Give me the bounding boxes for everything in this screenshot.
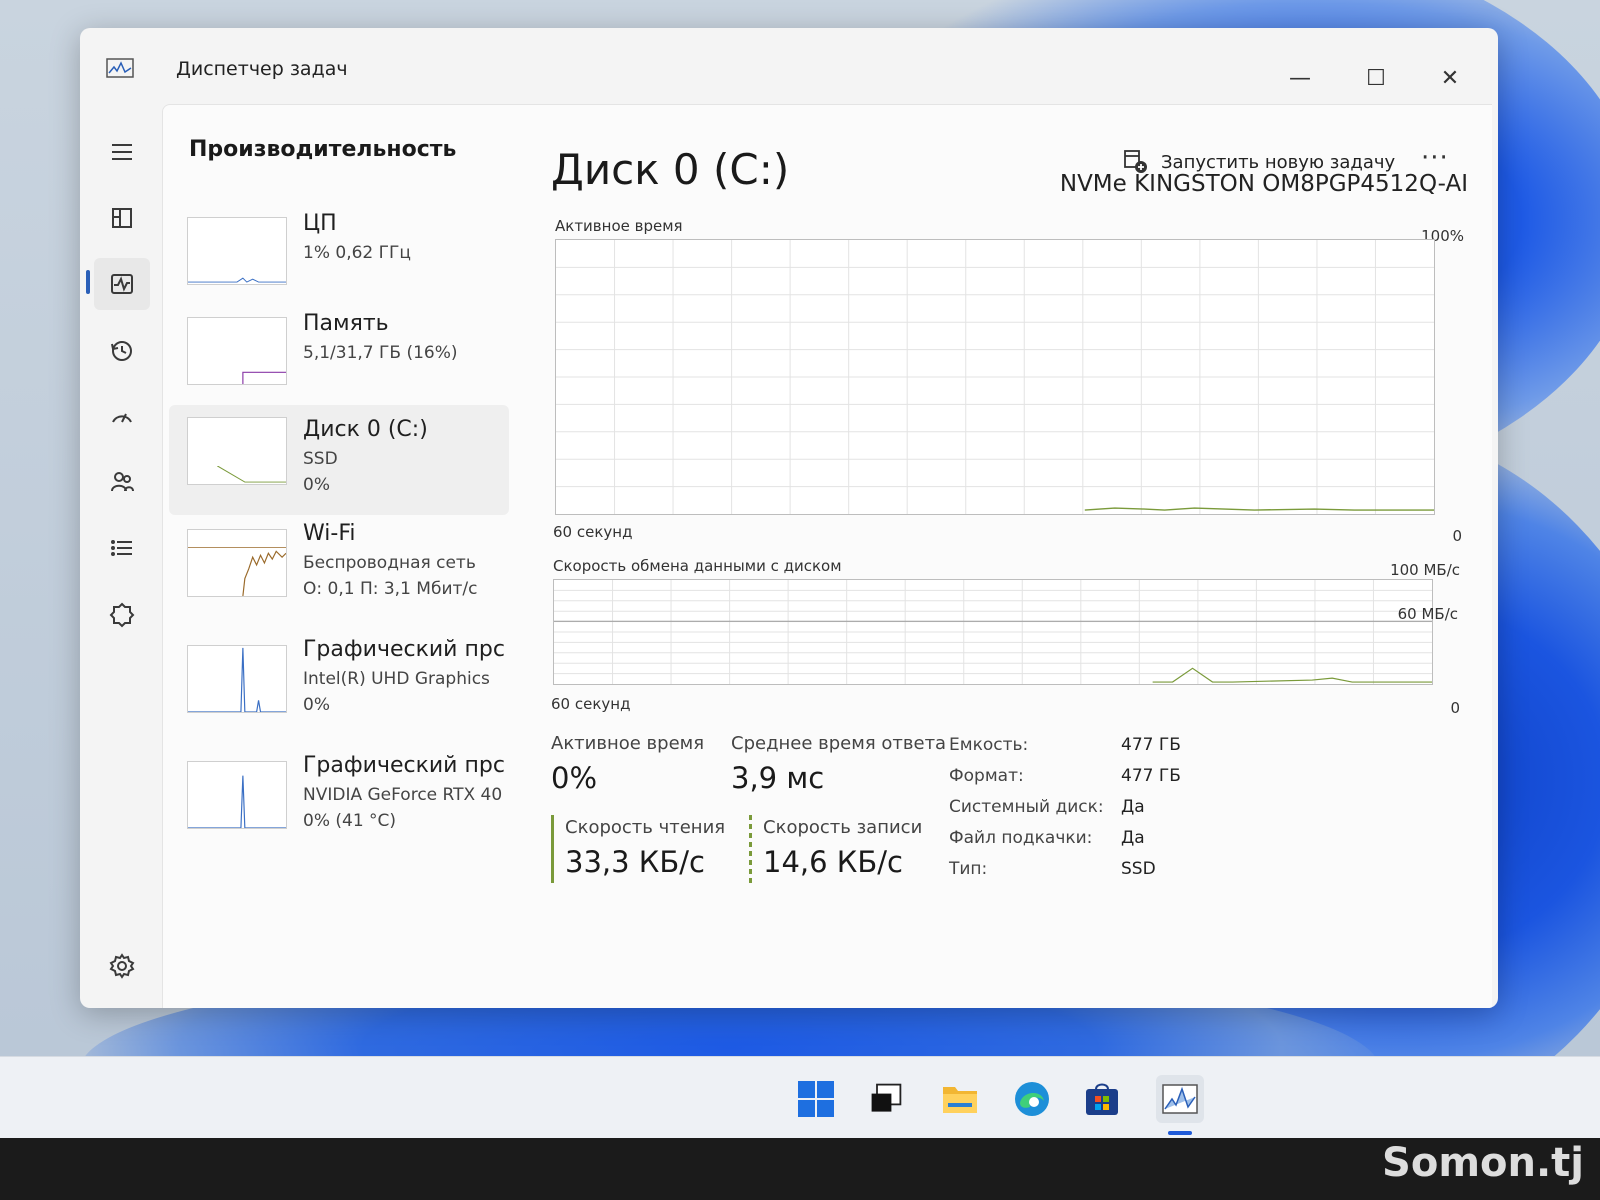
resource-item-gpu-nvidia[interactable]: Графический прс NVIDIA GeForce RTX 40 0%… [169,749,509,859]
app-history-icon[interactable] [94,324,150,376]
detail-title: Диск 0 (C:) [551,145,790,194]
title-bar[interactable]: Диспетчер задач — ☐ ✕ [80,28,1498,112]
startup-icon[interactable] [94,390,150,442]
settings-icon[interactable] [100,944,144,988]
cpu-thumbnail-graph [187,217,287,285]
task-manager-app-icon [106,58,134,78]
resource-item-cpu[interactable]: ЦП 1% 0,62 ГГц [169,205,509,315]
active-time-chart [555,239,1435,515]
processes-icon[interactable] [94,192,150,244]
read-speed-label: Скорость чтения [565,817,726,838]
transfer-rate-chart [553,579,1433,685]
transfer-rate-chart-mid: 60 МБ/с [1397,605,1458,623]
resource-name: ЦП [303,211,337,236]
type-value: SSD [1121,859,1156,879]
resource-item-gpu-intel[interactable]: Графический прс Intel(R) UHD Graphics 0% [169,633,509,743]
resource-usage: О: 0,1 П: 3,1 Мбит/с [303,579,478,599]
gpu0-thumbnail-graph [187,645,287,713]
read-speed-indicator [551,815,554,883]
avg-response-value: 3,9 мс [731,761,825,795]
resource-detail: SSD [303,449,338,469]
format-value: 477 ГБ [1121,766,1181,786]
resource-name: Wi-Fi [303,521,356,546]
resource-detail: 1% 0,62 ГГц [303,243,411,263]
performance-icon[interactable] [94,258,150,310]
menu-icon[interactable] [94,126,150,178]
active-time-series [1084,507,1434,511]
file-explorer-icon[interactable] [936,1075,984,1123]
details-icon[interactable] [94,522,150,574]
screen-bezel [0,1138,1600,1200]
capacity-value: 477 ГБ [1121,735,1181,755]
transfer-rate-chart-min: 0 [1450,699,1460,717]
active-time-chart-label: Активное время [555,217,683,235]
active-time-label: Активное время [551,733,705,754]
avg-response-label: Среднее время ответа [731,733,947,754]
disk-thumbnail-graph [187,417,287,485]
watermark: Somon.tj [1382,1140,1584,1186]
active-nav-indicator [86,270,90,294]
type-label: Тип: [949,859,988,879]
wifi-thumbnail-graph [187,529,287,597]
main-panel: Производительность Запустить новую задач… [162,104,1492,1008]
close-button[interactable]: ✕ [1430,58,1470,98]
minimize-button[interactable]: — [1280,58,1320,98]
page-file-value: Да [1121,828,1145,848]
active-app-indicator [1168,1131,1192,1135]
resource-detail: NVIDIA GeForce RTX 40 [303,785,503,805]
resource-detail: 5,1/31,7 ГБ (16%) [303,343,458,363]
write-speed-indicator [749,815,752,883]
maximize-button[interactable]: ☐ [1356,58,1396,98]
task-manager-window: Диспетчер задач — ☐ ✕ Производительность… [80,28,1498,1008]
store-icon[interactable] [1078,1075,1126,1123]
write-speed-label: Скорость записи [763,817,923,838]
start-icon[interactable] [792,1075,840,1123]
resource-name: Графический прс [303,753,505,778]
read-speed-value: 33,3 КБ/с [565,845,705,879]
resource-name: Память [303,311,389,336]
capacity-label: Емкость: [949,735,1029,755]
transfer-rate-chart-duration: 60 секунд [551,695,631,713]
transfer-read-series [1152,667,1432,683]
active-time-chart-min: 0 [1452,527,1462,545]
more-options-button[interactable]: ··· [1421,143,1449,173]
users-icon[interactable] [94,456,150,508]
services-icon[interactable] [94,588,150,640]
task-view-icon[interactable] [862,1075,910,1123]
taskbar [0,1056,1600,1138]
resource-usage: 0% (41 °C) [303,811,397,831]
resource-usage: 0% [303,475,330,495]
resource-item-memory[interactable]: Память 5,1/31,7 ГБ (16%) [169,305,509,415]
disk-model: NVMe KINGSTON OM8PGP4512Q-AI [1059,171,1468,197]
active-time-value: 0% [551,761,598,795]
memory-thumbnail-graph [187,317,287,385]
transfer-rate-chart-label: Скорость обмена данными с диском [553,557,842,575]
run-task-label: Запустить новую задачу [1161,151,1396,173]
format-label: Формат: [949,766,1024,786]
system-disk-value: Да [1121,797,1145,817]
nav-rail [80,112,160,1008]
resource-usage: 0% [303,695,330,715]
transfer-rate-chart-max: 100 МБ/с [1390,561,1460,579]
system-disk-label: Системный диск: [949,797,1104,817]
resource-name: Графический прс [303,637,505,662]
edge-icon[interactable] [1008,1075,1056,1123]
gpu1-thumbnail-graph [187,761,287,829]
resource-item-wifi[interactable]: Wi-Fi Беспроводная сеть О: 0,1 П: 3,1 Мб… [169,517,509,627]
page-title: Производительность [189,137,457,162]
task-manager-icon[interactable] [1156,1075,1204,1123]
resource-detail: Intel(R) UHD Graphics [303,669,490,689]
page-file-label: Файл подкачки: [949,828,1093,848]
resource-item-disk[interactable]: Диск 0 (C:) SSD 0% [169,405,509,515]
active-time-chart-duration: 60 секунд [553,523,633,541]
window-title: Диспетчер задач [176,58,348,80]
resource-name: Диск 0 (C:) [303,417,428,442]
write-speed-value: 14,6 КБ/с [763,845,903,879]
resource-detail: Беспроводная сеть [303,553,476,573]
